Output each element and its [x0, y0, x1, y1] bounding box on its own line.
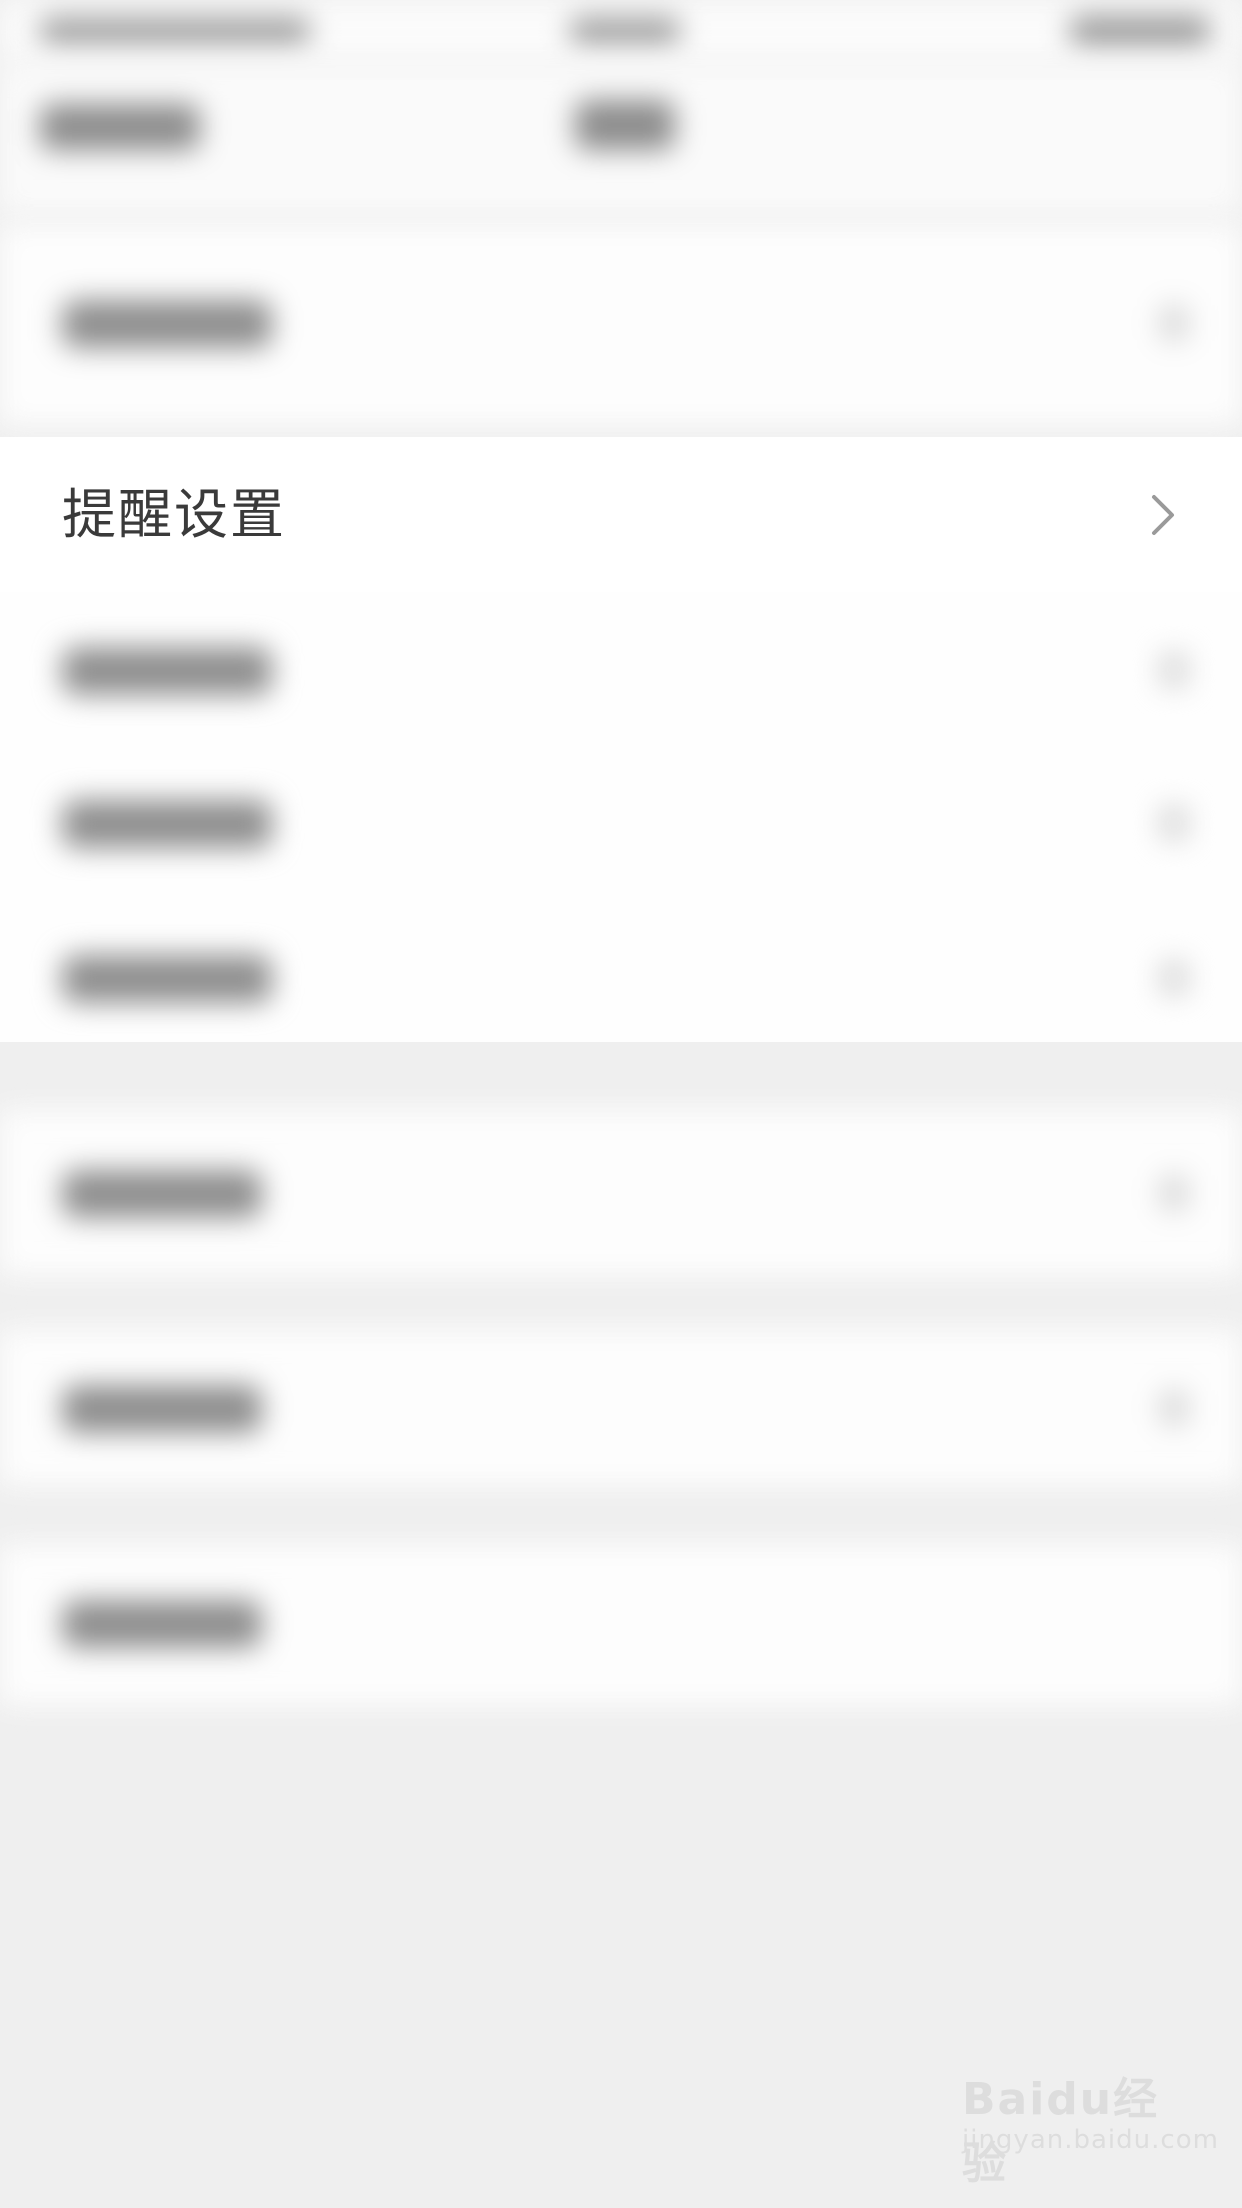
settings-row-label: [62, 1600, 262, 1648]
battery-icon: [1070, 16, 1210, 46]
settings-row[interactable]: [0, 592, 1242, 747]
settings-row[interactable]: [0, 745, 1242, 900]
chevron-right-icon: [1160, 805, 1188, 841]
nav-bar: [0, 64, 1242, 214]
settings-group-1: [0, 225, 1242, 425]
settings-row-label: [62, 300, 272, 348]
settings-group-3: [0, 1110, 1242, 1275]
settings-row[interactable]: [0, 245, 1242, 400]
chevron-right-icon: [1160, 1390, 1188, 1426]
settings-row[interactable]: [0, 1545, 1242, 1700]
settings-row[interactable]: [0, 900, 1242, 1055]
back-button[interactable]: [40, 104, 200, 150]
settings-row[interactable]: [0, 1115, 1242, 1270]
settings-row[interactable]: [0, 1330, 1242, 1485]
chevron-right-icon: [1160, 305, 1188, 341]
status-time: [570, 18, 680, 44]
page-title: [575, 100, 675, 150]
chevron-right-icon: [1152, 495, 1174, 535]
settings-row-label: [62, 800, 272, 848]
reminder-settings-label: 提醒设置: [62, 483, 286, 546]
watermark-url: jingyan.baidu.com: [962, 2125, 1219, 2155]
chevron-right-icon: [1160, 1175, 1188, 1211]
settings-group-4: [0, 1330, 1242, 1485]
baidu-watermark: Baidu经验 jingyan.baidu.com: [962, 2063, 1218, 2189]
settings-group-5: [0, 1545, 1242, 1705]
chevron-right-icon: [1160, 652, 1188, 688]
chevron-right-icon: [1160, 960, 1188, 996]
settings-row-label: [62, 1385, 262, 1433]
settings-row-label: [62, 647, 272, 695]
settings-row-label: [62, 1170, 262, 1218]
status-bar: [0, 0, 1242, 64]
status-carrier: [40, 18, 310, 44]
settings-row-label: [62, 955, 272, 1003]
reminder-settings-row[interactable]: 提醒设置: [0, 437, 1242, 592]
